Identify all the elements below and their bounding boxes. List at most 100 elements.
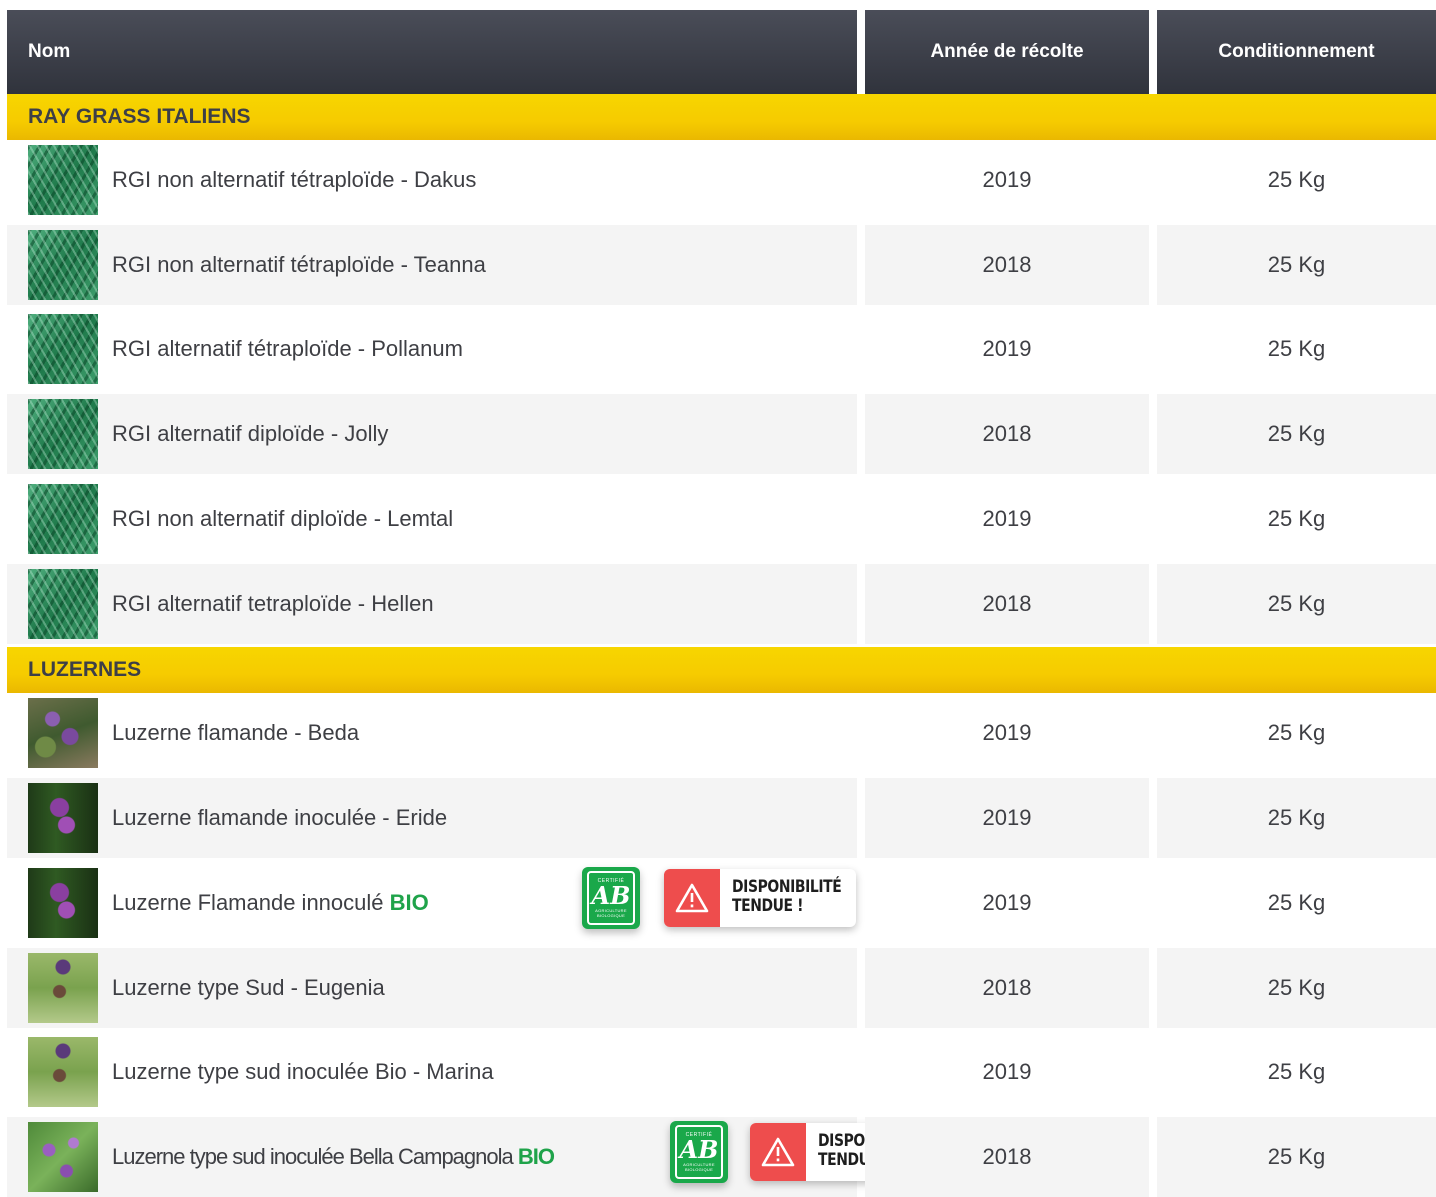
table-row[interactable]: RGI non alternatif tétraploïde - Dakus 2… [7, 140, 1436, 220]
product-name[interactable]: RGI alternatif tétraploïde - Pollanum [112, 336, 463, 362]
cell-year: 2018 [865, 1117, 1149, 1197]
cell-name: Luzerne type sud inoculée Bella Campagno… [7, 1117, 942, 1197]
cell-name: RGI alternatif diploïde - Jolly [7, 394, 857, 474]
packaging: 25 Kg [1267, 805, 1326, 830]
cell-year: 2019 [865, 140, 1149, 220]
warning-line-1: DISPONIBILITÉ [732, 877, 842, 897]
product-name[interactable]: Luzerne Flamande innoculé BIO [112, 890, 429, 916]
cell-packaging: 25 Kg [1157, 309, 1436, 389]
cell-name: RGI non alternatif tétraploïde - Teanna [7, 225, 857, 305]
cell-year: 2018 [865, 225, 1149, 305]
product-thumbnail [28, 484, 98, 554]
product-thumbnail [28, 783, 98, 853]
table-row[interactable]: RGI non alternatif tétraploïde - Teanna … [7, 225, 1436, 305]
ab-organic-badge: CERTIFIÉ AB AGRICULTURE BIOLOGIQUE [670, 1121, 728, 1183]
cell-year: 2019 [865, 479, 1149, 559]
packaging: 25 Kg [1267, 421, 1326, 446]
availability-warning-badge: DISPONIBILITÉ TENDUE ! [664, 869, 856, 927]
warning-icon [750, 1123, 806, 1181]
product-name[interactable]: Luzerne flamande - Beda [112, 720, 359, 746]
table-row[interactable]: Luzerne type sud inoculée Bio - Marina 2… [7, 1032, 1436, 1112]
harvest-year: 2019 [982, 336, 1032, 361]
cell-packaging: 25 Kg [1157, 225, 1436, 305]
product-name[interactable]: RGI non alternatif tétraploïde - Teanna [112, 252, 486, 278]
ab-letters: AB [679, 1135, 719, 1164]
product-name[interactable]: RGI non alternatif diploïde - Lemtal [112, 506, 453, 532]
category-header-luzernes: LUZERNES [7, 647, 1436, 693]
packaging: 25 Kg [1267, 336, 1326, 361]
ab-bottom-text: AGRICULTURE BIOLOGIQUE [595, 908, 627, 918]
cell-packaging: 25 Kg [1157, 693, 1436, 773]
cell-name: RGI non alternatif tétraploïde - Dakus [7, 140, 857, 220]
cell-name: Luzerne type sud inoculée Bio - Marina [7, 1032, 857, 1112]
column-header-year[interactable]: Année de récolte [865, 10, 1149, 94]
product-name[interactable]: Luzerne type Sud - Eugenia [112, 975, 385, 1001]
packaging: 25 Kg [1267, 890, 1326, 915]
table-row[interactable]: RGI alternatif diploïde - Jolly 2018 25 … [7, 394, 1436, 474]
table-row[interactable]: Luzerne type Sud - Eugenia 2018 25 Kg [7, 948, 1436, 1028]
warning-icon [664, 869, 720, 927]
packaging: 25 Kg [1267, 591, 1326, 616]
harvest-year: 2018 [982, 421, 1032, 446]
cell-year: 2018 [865, 948, 1149, 1028]
product-name[interactable]: RGI alternatif tetraploïde - Hellen [112, 591, 434, 617]
cell-year: 2018 [865, 564, 1149, 644]
table-row[interactable]: Luzerne flamande inoculée - Eride 2019 2… [7, 778, 1436, 858]
table-row[interactable]: RGI alternatif tetraploïde - Hellen 2018… [7, 564, 1436, 644]
cell-name: Luzerne Flamande innoculé BIO CERTIFIÉ A… [7, 863, 857, 943]
product-name[interactable]: RGI non alternatif tétraploïde - Dakus [112, 167, 476, 193]
product-name[interactable]: RGI alternatif diploïde - Jolly [112, 421, 388, 447]
ab-letters: AB [591, 881, 631, 910]
cell-name: RGI alternatif tetraploïde - Hellen [7, 564, 857, 644]
product-thumbnail [28, 399, 98, 469]
warning-line-2: TENDUE ! [732, 896, 804, 916]
packaging: 25 Kg [1267, 167, 1326, 192]
column-header-packaging[interactable]: Conditionnement [1157, 10, 1436, 94]
ab-logo: CERTIFIÉ AB AGRICULTURE BIOLOGIQUE [675, 1125, 723, 1179]
packaging: 25 Kg [1267, 1059, 1326, 1084]
table-row[interactable]: Luzerne type sud inoculée Bella Campagno… [7, 1117, 1436, 1197]
product-name[interactable]: Luzerne flamande inoculée - Eride [112, 805, 447, 831]
product-name-main: Luzerne Flamande innoculé [112, 890, 384, 915]
cell-packaging: 25 Kg [1157, 479, 1436, 559]
cell-name: RGI non alternatif diploïde - Lemtal [7, 479, 857, 559]
harvest-year: 2019 [982, 720, 1032, 745]
cell-year: 2018 [865, 394, 1149, 474]
cell-name: Luzerne type Sud - Eugenia [7, 948, 857, 1028]
table-row[interactable]: Luzerne Flamande innoculé BIO CERTIFIÉ A… [7, 863, 1436, 943]
bio-label: BIO [389, 890, 429, 915]
cell-name: Luzerne flamande - Beda [7, 693, 857, 773]
table-row[interactable]: Luzerne flamande - Beda 2019 25 Kg [7, 693, 1436, 773]
product-thumbnail [28, 569, 98, 639]
cell-name: Luzerne flamande inoculée - Eride [7, 778, 857, 858]
harvest-year: 2019 [982, 167, 1032, 192]
packaging: 25 Kg [1267, 252, 1326, 277]
packaging: 25 Kg [1267, 720, 1326, 745]
cell-packaging: 25 Kg [1157, 394, 1436, 474]
harvest-year: 2018 [982, 252, 1032, 277]
product-name-main: Luzerne type sud inoculée Bella Campagno… [112, 1144, 514, 1169]
harvest-year: 2019 [982, 506, 1032, 531]
cell-packaging: 25 Kg [1157, 778, 1436, 858]
cell-packaging: 25 Kg [1157, 564, 1436, 644]
harvest-year: 2019 [982, 1059, 1032, 1084]
ab-organic-badge: CERTIFIÉ AB AGRICULTURE BIOLOGIQUE [582, 867, 640, 929]
cell-packaging: 25 Kg [1157, 1032, 1436, 1112]
packaging: 25 Kg [1267, 975, 1326, 1000]
cell-year: 2019 [865, 863, 1149, 943]
product-thumbnail [28, 145, 98, 215]
harvest-year: 2019 [982, 805, 1032, 830]
category-header-ray-grass: RAY GRASS ITALIENS [7, 94, 1436, 140]
product-name[interactable]: Luzerne type sud inoculée Bio - Marina [112, 1059, 494, 1085]
warning-text: DISPONIBILITÉ TENDUE ! [732, 877, 842, 916]
packaging: 25 Kg [1267, 506, 1326, 531]
product-name[interactable]: Luzerne type sud inoculée Bella Campagno… [112, 1144, 555, 1170]
harvest-year: 2019 [982, 890, 1032, 915]
cell-year: 2019 [865, 1032, 1149, 1112]
table-row[interactable]: RGI non alternatif diploïde - Lemtal 201… [7, 479, 1436, 559]
product-thumbnail [28, 953, 98, 1023]
harvest-year: 2018 [982, 591, 1032, 616]
table-row[interactable]: RGI alternatif tétraploïde - Pollanum 20… [7, 309, 1436, 389]
product-thumbnail [28, 1122, 98, 1192]
column-header-name[interactable]: Nom [7, 10, 857, 94]
